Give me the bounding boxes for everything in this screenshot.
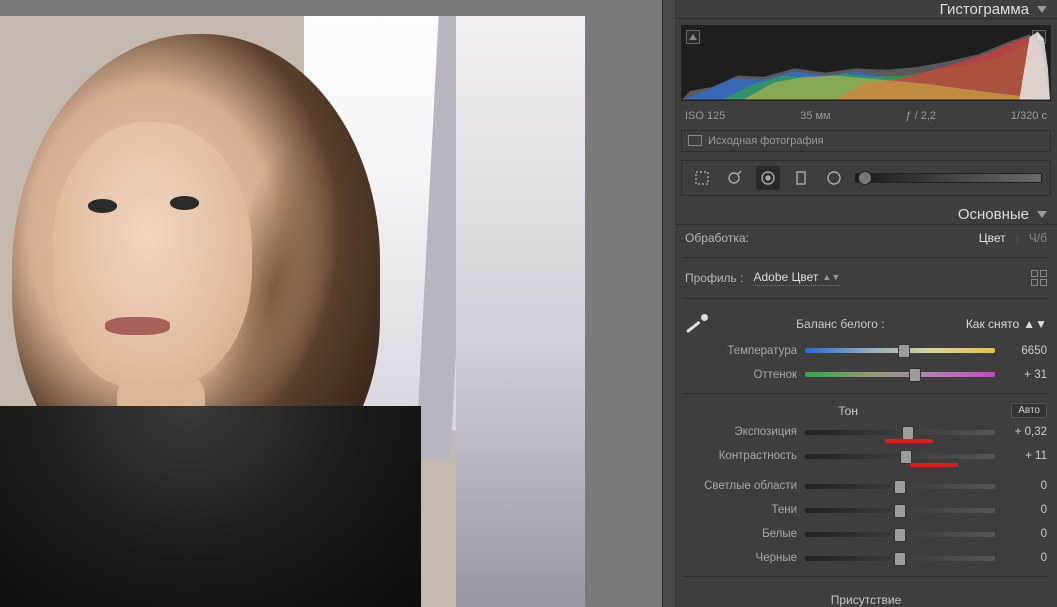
original-photo-toggle[interactable]: Исходная фотография bbox=[681, 130, 1051, 152]
profile-dropdown[interactable]: Adobe Цвет ▲▼ bbox=[753, 270, 840, 286]
contrast-label: Контрастность bbox=[685, 450, 797, 462]
temperature-label: Температура bbox=[685, 345, 797, 357]
tint-value[interactable]: + 31 bbox=[1003, 369, 1047, 381]
spot-removal-tool[interactable] bbox=[723, 166, 747, 190]
whites-value[interactable]: 0 bbox=[1003, 528, 1047, 540]
white-balance-label: Баланс белого : bbox=[727, 317, 954, 331]
crop-tool[interactable] bbox=[690, 166, 714, 190]
highlights-label: Светлые области bbox=[685, 480, 797, 492]
white-balance-picker[interactable] bbox=[685, 313, 715, 335]
chevron-updown-icon: ▲▼ bbox=[822, 272, 840, 282]
graduated-filter-tool[interactable] bbox=[789, 166, 813, 190]
collapse-icon bbox=[1037, 6, 1047, 13]
canvas-area[interactable] bbox=[0, 0, 662, 607]
white-balance-dropdown[interactable]: Как снято ▲▼ bbox=[966, 317, 1047, 331]
histogram-display[interactable] bbox=[681, 25, 1051, 100]
basic-panel-header[interactable]: Основные bbox=[675, 206, 1057, 225]
collapse-icon bbox=[1037, 211, 1047, 218]
whites-slider[interactable] bbox=[805, 532, 995, 537]
highlights-value[interactable]: 0 bbox=[1003, 480, 1047, 492]
tint-label: Оттенок bbox=[685, 369, 797, 381]
exif-shutter: 1/320 с bbox=[1011, 110, 1047, 122]
treatment-bw-option[interactable]: Ч/б bbox=[1029, 231, 1047, 245]
redeye-tool[interactable] bbox=[756, 166, 780, 190]
local-adjustment-toolbar bbox=[681, 160, 1051, 196]
tone-header: Тон bbox=[685, 404, 1011, 418]
treatment-label: Обработка: bbox=[685, 231, 749, 245]
highlights-slider[interactable] bbox=[805, 484, 995, 489]
profile-label: Профиль : bbox=[685, 271, 743, 285]
original-photo-label: Исходная фотография bbox=[708, 135, 824, 147]
auto-tone-button[interactable]: Авто bbox=[1011, 403, 1047, 418]
profile-browser-button[interactable] bbox=[1031, 270, 1047, 286]
blacks-label: Черные bbox=[685, 552, 797, 564]
mask-amount-slider[interactable] bbox=[855, 173, 1042, 183]
histogram-panel-header[interactable]: Гистограмма bbox=[675, 0, 1057, 19]
basic-title: Основные bbox=[958, 206, 1029, 223]
shadows-slider[interactable] bbox=[805, 508, 995, 513]
exif-iso: ISO 125 bbox=[685, 110, 725, 122]
checkbox-icon bbox=[688, 135, 702, 146]
exif-row: ISO 125 35 мм ƒ / 2,2 1/320 с bbox=[675, 107, 1057, 128]
shadows-value[interactable]: 0 bbox=[1003, 504, 1047, 516]
blacks-value[interactable]: 0 bbox=[1003, 552, 1047, 564]
annotation-mark bbox=[885, 439, 933, 443]
blacks-slider[interactable] bbox=[805, 556, 995, 561]
annotation-mark bbox=[910, 463, 958, 467]
presence-header: Присутствие bbox=[675, 587, 1057, 607]
shadows-label: Тени bbox=[685, 504, 797, 516]
contrast-slider[interactable] bbox=[805, 454, 995, 459]
exposure-slider[interactable] bbox=[805, 430, 995, 435]
tint-slider[interactable] bbox=[805, 372, 995, 377]
histogram-title: Гистограмма bbox=[940, 1, 1029, 18]
histogram-graph bbox=[682, 26, 1050, 99]
temperature-value[interactable]: 6650 bbox=[1003, 345, 1047, 357]
exposure-label: Экспозиция bbox=[685, 426, 797, 438]
preview-image[interactable] bbox=[0, 16, 585, 607]
treatment-color-option[interactable]: Цвет bbox=[979, 231, 1006, 245]
exposure-value[interactable]: + 0,32 bbox=[1003, 426, 1047, 438]
exif-aperture: ƒ / 2,2 bbox=[905, 110, 936, 122]
whites-label: Белые bbox=[685, 528, 797, 540]
temperature-slider[interactable] bbox=[805, 348, 995, 353]
exif-focal: 35 мм bbox=[800, 110, 830, 122]
chevron-updown-icon: ▲▼ bbox=[1023, 317, 1047, 331]
radial-filter-tool[interactable] bbox=[822, 166, 846, 190]
panel-resize-gutter[interactable] bbox=[663, 0, 675, 607]
contrast-value[interactable]: + 11 bbox=[1003, 450, 1047, 462]
